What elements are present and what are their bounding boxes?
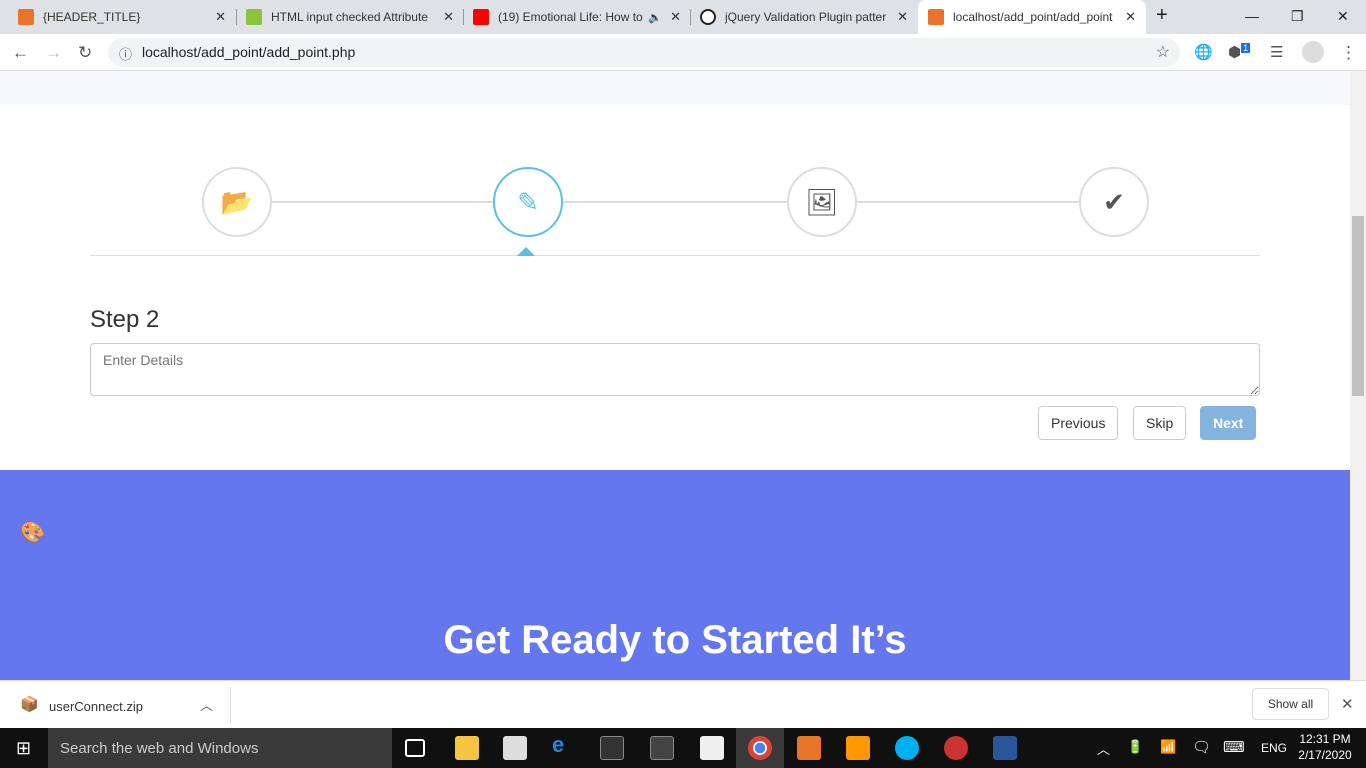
close-tab-icon[interactable]: ✕ — [215, 9, 226, 25]
close-tab-icon[interactable]: ✕ — [670, 9, 681, 25]
previous-button[interactable]: Previous — [1038, 406, 1119, 440]
profile-avatar[interactable] — [1302, 41, 1324, 63]
tab-youtube[interactable]: (19) Emotional Life: How to 🔈 ✕ — [463, 0, 691, 34]
windows-start-icon[interactable]: ⊞ — [16, 738, 31, 759]
menu-icon[interactable]: ⋮ — [1340, 43, 1357, 63]
show-all-button[interactable]: Show all — [1252, 688, 1329, 720]
info-icon[interactable]: ⓘ — [119, 44, 132, 63]
bookmark-star-icon[interactable]: ☆ — [1156, 42, 1170, 62]
palette-icon[interactable]: 🎨 — [20, 520, 45, 545]
reload-icon[interactable]: ↻ — [78, 43, 92, 63]
image-icon: 🖼 — [805, 186, 839, 217]
active-step-caret — [517, 247, 535, 256]
folder-open-icon: 📂 — [220, 186, 254, 217]
wifi-icon[interactable]: 📶 — [1160, 739, 1176, 755]
xampp-icon — [18, 9, 34, 25]
close-window-button[interactable]: ✕ — [1337, 8, 1349, 25]
extension-icon[interactable]: ⬢ 1 — [1228, 43, 1251, 61]
divider — [90, 255, 1260, 256]
audio-icon[interactable]: 🔈 — [648, 11, 662, 24]
cmd-icon[interactable] — [600, 736, 624, 760]
wizard-step-1[interactable]: 📂 — [202, 167, 272, 237]
battery-icon[interactable]: 🔋 — [1127, 739, 1143, 755]
xampp-icon — [928, 9, 944, 25]
sublime-icon[interactable] — [846, 736, 870, 760]
close-tab-icon[interactable]: ✕ — [443, 9, 454, 25]
calendar-app-icon[interactable] — [700, 736, 724, 760]
taskbar: ⊞ Search the web and Windows e ︿ 🔋 📶 🗨 ⌨… — [0, 728, 1366, 768]
tab-w3schools[interactable]: HTML input checked Attribute ✕ — [236, 0, 464, 34]
tab-strip: {HEADER_TITLE} ✕ HTML input checked Attri… — [0, 0, 1366, 34]
hero-section: 🎨 Get Ready to Started It’s — [0, 470, 1350, 680]
w3schools-icon — [246, 9, 262, 25]
next-button[interactable]: Next — [1200, 406, 1257, 440]
hero-heading: Get Ready to Started It’s — [443, 618, 907, 662]
show-hidden-icons[interactable]: ︿ — [1097, 739, 1110, 758]
back-icon[interactable]: ← — [12, 43, 29, 63]
keyboard-icon[interactable]: ⌨ — [1223, 738, 1245, 756]
clock[interactable]: 12:31 PM 2/17/2020 — [1296, 731, 1354, 763]
maximize-button[interactable]: ❐ — [1291, 8, 1304, 25]
xampp-icon[interactable] — [797, 736, 821, 760]
details-textarea[interactable] — [90, 343, 1260, 396]
step-title: Step 2 — [90, 306, 160, 333]
tab-jquery-validation[interactable]: jQuery Validation Plugin patter ✕ — [690, 0, 918, 34]
language-indicator[interactable]: ENG — [1261, 741, 1287, 755]
word-icon[interactable] — [993, 736, 1017, 760]
file-explorer-icon[interactable] — [455, 736, 479, 760]
scrollbar-thumb[interactable] — [1352, 216, 1364, 396]
new-tab-button[interactable]: + — [1156, 4, 1168, 27]
address-bar-row: ← → ↻ ⓘ localhost/add_point/add_point.php… — [0, 34, 1366, 71]
wizard-step-4[interactable]: ✔ — [1079, 167, 1149, 237]
download-bar: 📦 userConnect.zip ︿ Show all ✕ — [0, 680, 1366, 728]
skype-icon[interactable] — [895, 736, 919, 760]
zip-file-icon: 📦 — [20, 696, 39, 713]
tab-add-point[interactable]: localhost/add_point/add_point ✕ — [918, 0, 1146, 34]
sql-icon[interactable] — [650, 736, 674, 760]
skip-button[interactable]: Skip — [1133, 406, 1187, 440]
store-icon[interactable] — [503, 736, 527, 760]
globe-icon[interactable]: 🌐 — [1194, 43, 1213, 61]
url-input[interactable]: ⓘ localhost/add_point/add_point.php ☆ — [108, 38, 1180, 67]
notification-icon[interactable]: 🗨 — [1192, 738, 1211, 756]
chevron-up-icon[interactable]: ︿ — [200, 695, 213, 714]
chrome-icon[interactable] — [748, 736, 772, 760]
close-tab-icon[interactable]: ✕ — [1125, 9, 1136, 25]
taskbar-search[interactable]: Search the web and Windows — [48, 728, 392, 768]
edge-icon[interactable]: e — [552, 732, 576, 757]
youtube-icon — [473, 9, 489, 25]
wizard-step-3[interactable]: 🖼 — [787, 167, 857, 237]
close-tab-icon[interactable]: ✕ — [897, 9, 908, 25]
close-download-bar-icon[interactable]: ✕ — [1341, 695, 1354, 713]
download-filename[interactable]: userConnect.zip — [49, 699, 143, 714]
wizard-connector — [237, 201, 1117, 203]
check-icon: ✔ — [1103, 186, 1125, 217]
forward-icon[interactable]: → — [45, 43, 62, 63]
top-band — [0, 71, 1350, 105]
task-view-icon[interactable] — [405, 739, 425, 757]
wizard-step-2[interactable]: ✎ — [493, 167, 563, 237]
page-content: 📂 ✎ 🖼 ✔ Step 2 Previous Skip Next 🎨 Get … — [0, 71, 1350, 680]
pencil-icon: ✎ — [517, 186, 539, 217]
media-icon[interactable]: ☰ — [1270, 43, 1283, 61]
wpm-icon[interactable] — [944, 736, 968, 760]
scrollbar[interactable] — [1350, 71, 1366, 680]
codepen-icon — [700, 9, 716, 25]
minimize-button[interactable]: — — [1245, 8, 1259, 24]
tab-header-title[interactable]: {HEADER_TITLE} ✕ — [8, 0, 236, 34]
